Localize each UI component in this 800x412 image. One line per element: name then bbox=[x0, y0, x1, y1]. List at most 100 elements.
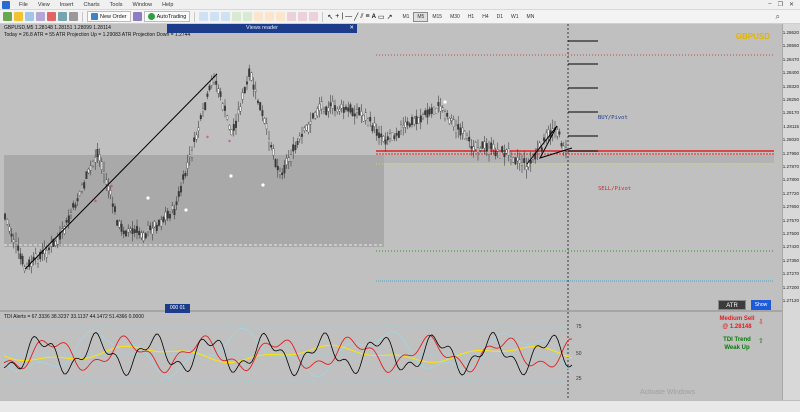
horizontal-line-icon[interactable]: — bbox=[345, 13, 352, 20]
candle-body bbox=[81, 184, 83, 192]
candle-body bbox=[164, 211, 167, 220]
menu-file[interactable]: File bbox=[14, 2, 33, 8]
timeframe-d1[interactable]: D1 bbox=[493, 12, 507, 22]
candle-body bbox=[353, 113, 356, 117]
search-icon[interactable]: ⌕ bbox=[776, 12, 780, 22]
price-scale-label: 1.27120 bbox=[782, 298, 799, 303]
timeframe-m5[interactable]: M5 bbox=[413, 11, 429, 22]
terminal-icon[interactable] bbox=[58, 12, 67, 21]
templates-icon[interactable] bbox=[309, 12, 319, 21]
candle-body bbox=[320, 101, 323, 110]
text-icon[interactable]: A bbox=[372, 14, 376, 20]
atr-button[interactable]: ATR bbox=[718, 300, 746, 310]
zoom-out-icon[interactable] bbox=[243, 12, 253, 21]
autotrading-button[interactable]: AutoTrading bbox=[143, 11, 191, 22]
timeframe-m1[interactable]: M1 bbox=[398, 12, 413, 22]
chart-canvas[interactable]: * * * * 75 50 25 bbox=[0, 24, 782, 400]
signal-star: * bbox=[94, 199, 97, 206]
candle-body bbox=[129, 228, 132, 231]
show-button[interactable]: Show bbox=[751, 300, 771, 310]
timeframe-mn[interactable]: MN bbox=[523, 12, 539, 22]
auto-scroll-icon[interactable] bbox=[265, 12, 275, 21]
crosshair-icon[interactable]: + bbox=[335, 13, 339, 20]
close-icon[interactable]: ✕ bbox=[789, 1, 794, 8]
market-watch-icon[interactable] bbox=[25, 12, 34, 21]
candle-body bbox=[397, 130, 400, 138]
activation-watermark: Activate Windows bbox=[640, 389, 696, 396]
candle-body bbox=[206, 93, 209, 97]
arrows-icon[interactable]: ↗ bbox=[387, 13, 393, 21]
navigator-icon[interactable] bbox=[47, 12, 56, 21]
metaeditor-icon[interactable] bbox=[132, 12, 142, 21]
channel-icon[interactable]: ⫽ bbox=[360, 13, 363, 21]
menu-help[interactable]: Help bbox=[157, 2, 178, 8]
bar-chart-icon[interactable] bbox=[199, 12, 209, 21]
chart-shift-icon[interactable] bbox=[276, 12, 286, 21]
cursor-icon[interactable]: ↖ bbox=[327, 13, 333, 21]
new-order-button[interactable]: New Order bbox=[87, 11, 131, 22]
label-icon[interactable]: ▭ bbox=[378, 13, 385, 21]
candle-body bbox=[439, 106, 442, 112]
app-logo-icon bbox=[2, 0, 10, 9]
candle-body bbox=[375, 128, 378, 136]
candle-body bbox=[507, 148, 510, 156]
candle-body bbox=[76, 198, 79, 202]
new-chart-icon[interactable] bbox=[3, 12, 12, 21]
timeframe-w1[interactable]: W1 bbox=[507, 12, 523, 22]
tile-windows-icon[interactable] bbox=[254, 12, 264, 21]
candlestick-icon[interactable] bbox=[210, 12, 220, 21]
candle-body bbox=[340, 104, 343, 109]
candle-body bbox=[265, 123, 268, 130]
close-icon[interactable]: ✕ bbox=[349, 24, 354, 33]
candle-body bbox=[155, 224, 158, 231]
signal-star: * bbox=[110, 184, 113, 191]
candle-body bbox=[45, 249, 48, 258]
indicators-icon[interactable] bbox=[287, 12, 297, 21]
timeframe-h1[interactable]: H1 bbox=[464, 12, 478, 22]
candle-body bbox=[111, 203, 114, 207]
zoom-in-icon[interactable] bbox=[232, 12, 242, 21]
candle-body bbox=[318, 103, 321, 111]
candle-body bbox=[177, 191, 180, 197]
minimize-icon[interactable]: – bbox=[768, 1, 771, 8]
candle-body bbox=[98, 154, 101, 161]
candle-body bbox=[15, 241, 17, 245]
fractal-dot bbox=[229, 174, 233, 178]
vertical-line-icon[interactable]: | bbox=[341, 13, 343, 20]
restore-icon[interactable]: ❐ bbox=[778, 1, 783, 8]
trendline-icon[interactable]: ╱ bbox=[354, 13, 358, 21]
strategy-tester-icon[interactable] bbox=[69, 12, 78, 21]
fibonacci-icon[interactable]: ≡ bbox=[366, 13, 370, 20]
candle-body bbox=[70, 212, 72, 216]
timeframe-m30[interactable]: M30 bbox=[446, 12, 464, 22]
fractal-dot bbox=[443, 100, 447, 104]
candle-body bbox=[56, 236, 59, 245]
menu-tools[interactable]: Tools bbox=[105, 2, 128, 8]
tdi-level-label: 50 bbox=[576, 351, 582, 357]
candle-body bbox=[78, 191, 81, 196]
menu-window[interactable]: Window bbox=[128, 2, 158, 8]
candle-body bbox=[472, 146, 475, 151]
candle-body bbox=[301, 133, 303, 137]
timeframe-m15[interactable]: M15 bbox=[428, 12, 446, 22]
candle-body bbox=[261, 110, 264, 116]
candle-body bbox=[323, 109, 325, 112]
price-scale-label: 1.28470 bbox=[782, 56, 799, 62]
profiles-icon[interactable] bbox=[14, 12, 23, 21]
candle-body bbox=[118, 221, 121, 228]
candle-body bbox=[303, 127, 306, 132]
price-scale[interactable]: 1.28620 1.28550 1.28470 1.28400 1.28320 1.282… bbox=[782, 24, 800, 400]
periods-icon[interactable] bbox=[298, 12, 308, 21]
candle-body bbox=[74, 204, 77, 208]
price-scale-label: 1.27870 bbox=[782, 164, 799, 169]
line-chart-icon[interactable] bbox=[221, 12, 231, 21]
menu-charts[interactable]: Charts bbox=[78, 2, 104, 8]
views-reader-panel[interactable]: Views reader ✕ bbox=[167, 24, 357, 33]
price-chart[interactable]: * * * * 75 50 25 GBPUSD,M5 1.28148 1.28151 1.2… bbox=[0, 24, 782, 405]
candle-body bbox=[441, 107, 444, 111]
timeframe-h4[interactable]: H4 bbox=[478, 12, 492, 22]
menu-insert[interactable]: Insert bbox=[55, 2, 79, 8]
menu-view[interactable]: View bbox=[33, 2, 55, 8]
data-window-icon[interactable] bbox=[36, 12, 45, 21]
price-scale-label: 1.27650 bbox=[782, 204, 799, 210]
